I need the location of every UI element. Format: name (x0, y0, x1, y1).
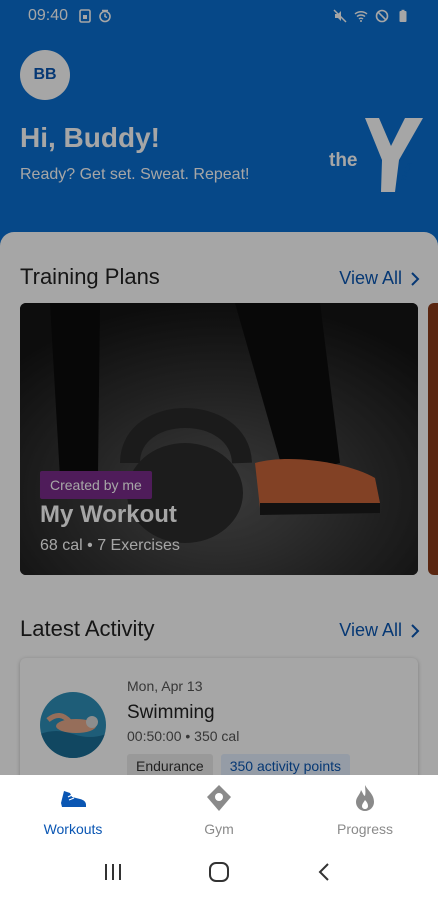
header: 09:40 BB Hi, Buddy! Ready? Get set. Swea… (0, 0, 438, 250)
status-bar: 09:40 (0, 0, 438, 32)
system-navigation-bar (0, 843, 438, 900)
status-time: 09:40 (28, 7, 69, 24)
home-icon[interactable] (207, 860, 231, 884)
training-plan-card[interactable]: Created by me My Workout 68 cal • 7 Exer… (20, 303, 418, 575)
nav-label-gym: Gym (204, 821, 234, 837)
location-pin-icon (207, 785, 231, 811)
clock-sync-icon (99, 9, 111, 23)
recent-apps-icon[interactable] (101, 860, 125, 884)
nav-item-gym[interactable]: Gym (146, 775, 292, 843)
svg-text:the: the (329, 150, 358, 171)
flame-icon (356, 785, 374, 811)
ymca-logo: the YMCA (329, 118, 423, 192)
nav-item-progress[interactable]: Progress (292, 775, 438, 843)
tagline: Ready? Get set. Sweat. Repeat! (20, 166, 250, 183)
nav-label-progress: Progress (336, 821, 394, 837)
activity-meta: 00:50:00 • 350 cal (127, 728, 240, 744)
activity-date: Mon, Apr 13 (127, 678, 203, 694)
swimming-thumbnail (40, 692, 106, 758)
do-not-disturb-icon (375, 9, 389, 23)
section-title-training-plans: Training Plans (20, 264, 160, 289)
bottom-navigation: Workouts Gym Progress (0, 775, 438, 843)
plan-meta: 68 cal • 7 Exercises (40, 537, 180, 554)
chevron-right-icon (411, 623, 420, 638)
battery-icon (399, 9, 407, 22)
nav-item-workouts[interactable]: Workouts (0, 775, 146, 843)
view-all-label: View All (339, 620, 402, 640)
view-all-label: View All (339, 268, 402, 288)
next-plan-card-peek[interactable] (428, 303, 438, 575)
activity-name: Swimming (127, 702, 215, 723)
training-plans-view-all-link[interactable]: View All (339, 268, 420, 289)
svg-text:YMCA: YMCA (400, 161, 414, 183)
mute-icon (333, 9, 347, 23)
greeting: Hi, Buddy! (20, 122, 160, 153)
chevron-right-icon (411, 271, 420, 286)
sneaker-icon (61, 791, 86, 807)
plan-name: My Workout (40, 501, 177, 528)
section-title-latest-activity: Latest Activity (20, 616, 155, 641)
wifi-icon (354, 10, 368, 22)
back-icon[interactable] (313, 860, 337, 884)
avatar[interactable]: BB (20, 50, 70, 100)
nav-label-workouts: Workouts (43, 821, 103, 837)
latest-activity-view-all-link[interactable]: View All (339, 620, 420, 641)
sim-card-icon (79, 9, 91, 23)
kettlebell-workout-image (20, 303, 418, 575)
created-by-me-badge: Created by me (40, 471, 152, 499)
